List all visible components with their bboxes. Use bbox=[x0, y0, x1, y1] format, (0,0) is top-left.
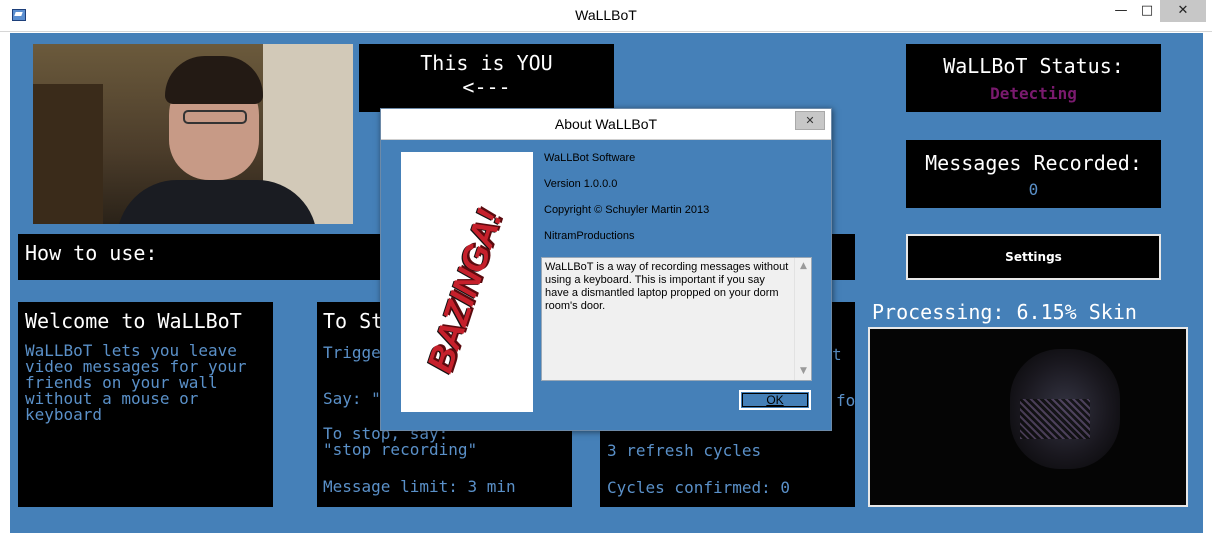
you-panel: This is YOU <--- bbox=[359, 44, 614, 112]
trigger-text: Trigge bbox=[323, 343, 381, 362]
say-text: Say: " bbox=[323, 389, 381, 408]
cycles-edge-text-1: t bbox=[832, 345, 842, 364]
status-panel: WaLLBoT Status: Detecting bbox=[906, 44, 1161, 112]
dialog-title: About WaLLBoT bbox=[554, 116, 658, 132]
about-dialog: About WaLLBoT ✕ BAZINGA! WaLLBot Softwar… bbox=[380, 108, 832, 431]
minimize-button[interactable]: — bbox=[1106, 0, 1136, 22]
dialog-close-button[interactable]: ✕ bbox=[795, 111, 825, 130]
processing-label: Processing: 6.15% Skin bbox=[872, 300, 1137, 324]
messages-title: Messages Recorded: bbox=[925, 151, 1142, 175]
messages-count: 0 bbox=[1028, 180, 1039, 199]
copyright-text: Copyright © Schuyler Martin 2013 bbox=[544, 204, 710, 216]
logo-text: BAZINGA! bbox=[418, 205, 510, 378]
description-box[interactable]: WaLLBoT is a way of recording messages w… bbox=[541, 257, 812, 381]
bazinga-logo: BAZINGA! bbox=[401, 152, 533, 412]
refresh-cycles-text: 3 refresh cycles bbox=[607, 441, 762, 460]
company-name: NitramProductions bbox=[544, 230, 635, 242]
processed-feed bbox=[868, 327, 1188, 507]
webcam-feed bbox=[33, 44, 353, 224]
cycles-confirmed-text: Cycles confirmed: 0 bbox=[607, 478, 791, 497]
cycles-edge-text-2: fo bbox=[836, 391, 855, 410]
messages-panel: Messages Recorded: 0 bbox=[906, 140, 1161, 208]
you-arrow: <--- bbox=[462, 75, 511, 99]
description-text: WaLLBoT is a way of recording messages w… bbox=[545, 261, 789, 312]
window-title: WaLLBoT bbox=[575, 7, 637, 23]
how-to-use-title: How to use: bbox=[25, 241, 158, 265]
product-name: WaLLBot Software bbox=[544, 152, 636, 164]
description-scrollbar[interactable]: ▲ ▼ bbox=[794, 258, 811, 380]
stop-phrase: "stop recording" bbox=[323, 440, 478, 459]
scroll-up-icon[interactable]: ▲ bbox=[795, 258, 812, 275]
scroll-down-icon[interactable]: ▼ bbox=[795, 363, 812, 380]
status-value: Detecting bbox=[990, 84, 1077, 103]
welcome-panel: Welcome to WaLLBoT WaLLBoT lets you leav… bbox=[18, 302, 273, 507]
welcome-body: WaLLBoT lets you leave video messages fo… bbox=[25, 341, 247, 424]
you-label: This is YOU bbox=[420, 51, 553, 75]
maximize-button[interactable]: □ bbox=[1136, 0, 1158, 22]
title-bar: WaLLBoT — □ ✕ bbox=[0, 0, 1212, 32]
welcome-title: Welcome to WaLLBoT bbox=[25, 309, 242, 333]
settings-button[interactable]: Settings bbox=[906, 234, 1161, 280]
version-text: Version 1.0.0.0 bbox=[544, 178, 618, 190]
ok-button[interactable]: OK bbox=[739, 390, 811, 410]
close-button[interactable]: ✕ bbox=[1160, 0, 1206, 22]
status-title: WaLLBoT Status: bbox=[943, 54, 1124, 78]
dialog-title-bar: About WaLLBoT ✕ bbox=[381, 109, 831, 140]
message-limit: Message limit: 3 min bbox=[323, 477, 516, 496]
